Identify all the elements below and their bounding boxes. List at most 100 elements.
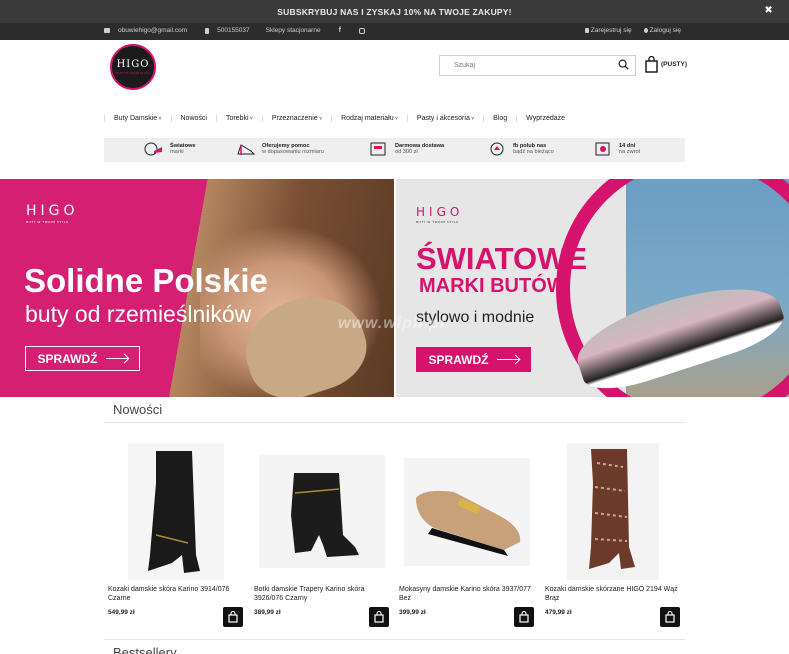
- chevron-down-icon: ˅: [393, 115, 398, 122]
- nav-item-wyprzedaze[interactable]: Wyprzedaże: [517, 115, 574, 122]
- nav-label: Przeznaczenie: [271, 114, 318, 122]
- envelope-icon: [104, 28, 110, 33]
- arrow-right-icon: [496, 358, 519, 361]
- instagram-icon[interactable]: [358, 27, 365, 34]
- search-box: [439, 55, 636, 76]
- register-label: Zarejestruj się: [590, 27, 632, 34]
- banner-logo-subtext: BUTY W TWOIM STYLU: [416, 220, 459, 224]
- heel-icon: [237, 144, 256, 155]
- main-nav: Buty Damskie ˅ Nowości Torebki ˅ Przezna…: [104, 112, 574, 124]
- shopping-bag-icon: [645, 56, 658, 73]
- banner-check-button[interactable]: SPRAWDŹ: [416, 347, 531, 372]
- banner-logo: HIGO BUTY W TWOIM STYLU: [26, 203, 79, 224]
- phone-link[interactable]: 500155037: [217, 27, 250, 34]
- banner-polish-shoes[interactable]: HIGO BUTY W TWOIM STYLU Solidne Polskie b…: [0, 179, 394, 397]
- shoe-hand-icon: [144, 142, 162, 156]
- delivery-icon: [370, 142, 386, 156]
- banner-subline: MARKI BUTÓW: [419, 275, 566, 297]
- promo-text: SUBSKRYBUJ NAS I ZYSKAJ 10% NA TWOJE ZAK…: [277, 6, 512, 17]
- loafer-icon: [416, 490, 521, 556]
- banner-check-button[interactable]: SPRAWDŹ: [25, 346, 140, 371]
- chevron-down-icon: ˅: [317, 115, 323, 122]
- feature-subtitle: bądź na bieżąco: [513, 149, 554, 155]
- add-to-cart-button[interactable]: [223, 607, 243, 627]
- close-icon[interactable]: ✖: [764, 5, 773, 16]
- nav-item-blog[interactable]: Blog: [484, 114, 518, 122]
- product-name[interactable]: Botki damskie Trapery Karino skóra 3926/…: [254, 585, 389, 603]
- login-label: Zaloguj się: [649, 27, 681, 34]
- features-bar: Światowe marki Oferujemy pomoc w dopasowan…: [104, 138, 685, 162]
- product-price: 479,99 zł: [545, 609, 572, 616]
- add-to-cart-button[interactable]: [660, 607, 680, 627]
- shopping-bag-icon: [374, 611, 384, 623]
- lock-icon: [584, 27, 589, 33]
- nav-item-nowosci[interactable]: Nowości: [172, 114, 217, 122]
- facebook-icon[interactable]: f: [339, 27, 341, 34]
- feature-size-help: Oferujemy pomoc w dopasowaniu rozmiaru: [236, 141, 324, 157]
- product-image[interactable]: [259, 455, 385, 568]
- add-to-cart-button[interactable]: [369, 607, 389, 627]
- search-input[interactable]: [440, 56, 600, 75]
- email-link[interactable]: obuwiehigo@gmail.com: [118, 27, 187, 34]
- product-price: 389,99 zł: [254, 609, 281, 616]
- watermark: www.wipb.pl: [338, 315, 446, 332]
- product-name[interactable]: Mokasyny damskie Karino skóra 3937/077 B…: [399, 585, 534, 603]
- logo-subtext: BUTY W TWOIM STYLU: [116, 71, 150, 75]
- feature-brands: Światowe marki: [144, 141, 196, 157]
- shopping-bag-icon: [665, 611, 675, 623]
- chevron-down-icon: ˅: [157, 115, 162, 122]
- phone-icon: [205, 27, 210, 34]
- search-icon[interactable]: [618, 59, 629, 70]
- chevron-down-icon: ˅: [469, 115, 475, 122]
- product-card[interactable]: Kozaki damskie skóra Karino 3914/076 Cza…: [108, 440, 248, 630]
- section-title-bestsellers: Bestsellery: [113, 645, 177, 654]
- site-logo[interactable]: HIGO BUTY W TWOIM STYLU: [110, 44, 156, 90]
- product-card[interactable]: Kozaki damskie skórzane HIGO 2194 Wąż Br…: [545, 440, 685, 630]
- top-bar: obuwiehigo@gmail.com 500155037 Sklepy st…: [0, 23, 789, 40]
- banner-subline: buty od rzemieślników: [25, 301, 252, 327]
- product-image[interactable]: [128, 443, 224, 580]
- register-link[interactable]: Zarejestruj się: [584, 27, 632, 34]
- product-name[interactable]: Kozaki damskie skóra Karino 3914/076 Cza…: [108, 585, 243, 603]
- nav-item-torebki[interactable]: Torebki ˅: [217, 114, 263, 122]
- boot-icon: [148, 451, 200, 573]
- product-image[interactable]: [567, 443, 659, 580]
- product-name[interactable]: Kozaki damskie skórzane HIGO 2194 Wąż Br…: [545, 585, 680, 603]
- cart-button[interactable]: (PUSTY): [645, 56, 687, 73]
- arrow-right-icon: [105, 357, 128, 360]
- like-icon: [490, 142, 504, 156]
- feature-facebook[interactable]: fb polub nas bądź na bieżąco: [487, 141, 554, 157]
- button-label: SPRAWDŹ: [428, 352, 489, 367]
- product-price: 549,99 zł: [108, 609, 135, 616]
- nav-item-rodzaj-materialu[interactable]: Rodzaj materiału ˅: [332, 114, 408, 122]
- feature-returns: 14 dni na zwrot: [593, 141, 640, 157]
- banner-logo-text: HIGO: [26, 203, 79, 219]
- chevron-down-icon: ˅: [248, 115, 253, 122]
- product-image[interactable]: [404, 458, 530, 566]
- banner-headline: Solidne Polskie: [24, 262, 268, 299]
- nav-item-pasty-akcesoria[interactable]: Pasty i akcesoria ˅: [408, 114, 485, 122]
- nav-item-przeznaczenie[interactable]: Przeznaczenie ˅: [263, 114, 333, 122]
- product-price: 399,99 zł: [399, 609, 426, 616]
- feature-subtitle: marki: [170, 149, 184, 155]
- logo-text: HIGO: [116, 59, 150, 70]
- add-to-cart-button[interactable]: [514, 607, 534, 627]
- login-link[interactable]: Zaloguj się: [643, 27, 681, 34]
- cart-status: (PUSTY): [661, 61, 687, 68]
- product-card[interactable]: Mokasyny damskie Karino skóra 3937/077 B…: [399, 440, 539, 630]
- product-card[interactable]: Botki damskie Trapery Karino skóra 3926/…: [254, 440, 394, 630]
- banner-logo: HIGO BUTY W TWOIM STYLU: [416, 205, 463, 224]
- section-title-new: Nowości: [113, 402, 163, 417]
- shopping-bag-icon: [519, 611, 529, 623]
- nav-item-buty-damskie[interactable]: Buty Damskie ˅: [104, 114, 172, 122]
- feature-subtitle: w dopasowaniu rozmiaru: [262, 149, 324, 155]
- stores-link[interactable]: Sklepy stacjonarne: [266, 27, 321, 34]
- banner-world-brands[interactable]: HIGO BUTY W TWOIM STYLU ŚWIATOWE MARKI BU…: [396, 179, 789, 397]
- nav-label: Wyprzedaże: [526, 114, 566, 122]
- user-icon: [643, 27, 648, 33]
- nav-label: Buty Damskie: [114, 114, 158, 122]
- feature-free-delivery: Darmowa dostawa od 300 zł: [369, 141, 444, 157]
- shopping-bag-icon: [228, 611, 238, 623]
- section-divider: [104, 422, 685, 423]
- button-label: SPRAWDŹ: [37, 351, 98, 366]
